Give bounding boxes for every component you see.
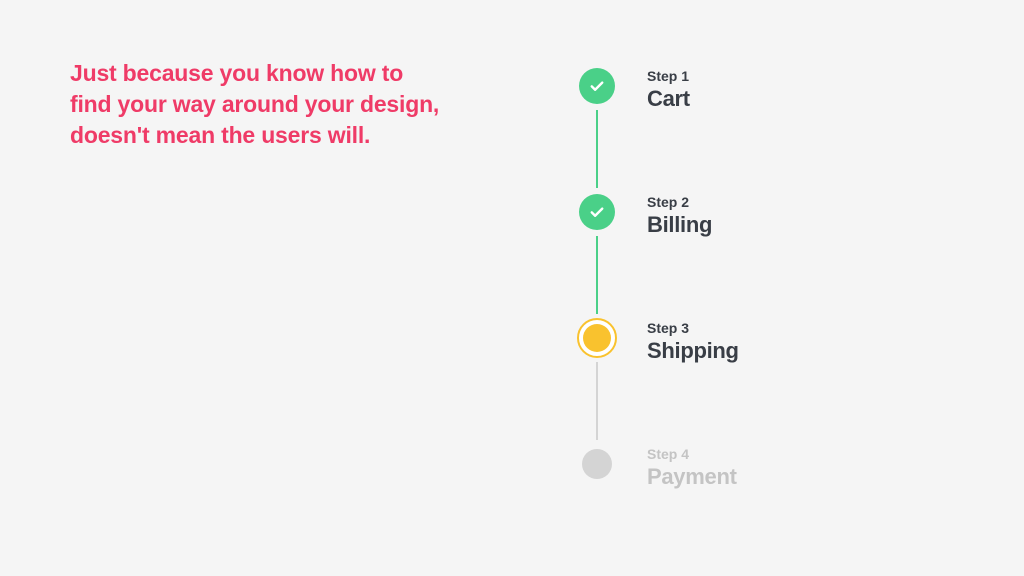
step-title: Shipping	[647, 338, 739, 364]
step-payment[interactable]: Step 4 Payment	[575, 446, 739, 490]
progress-stepper: Step 1 Cart Step 2 Billing Step 3 Shippi…	[575, 68, 739, 490]
step-indicator	[575, 446, 619, 479]
step-label: Step 2	[647, 194, 712, 210]
step-text: Step 4 Payment	[647, 446, 737, 490]
step-connector	[596, 362, 598, 440]
checkmark-icon	[579, 194, 615, 230]
step-text: Step 2 Billing	[647, 194, 712, 238]
step-shipping[interactable]: Step 3 Shipping	[575, 320, 739, 446]
step-connector	[596, 236, 598, 314]
current-step-icon	[577, 318, 617, 358]
step-connector	[596, 110, 598, 188]
step-indicator	[575, 320, 619, 446]
step-cart[interactable]: Step 1 Cart	[575, 68, 739, 194]
step-title: Billing	[647, 212, 712, 238]
step-label: Step 4	[647, 446, 737, 462]
step-billing[interactable]: Step 2 Billing	[575, 194, 739, 320]
checkmark-icon	[579, 68, 615, 104]
step-indicator	[575, 68, 619, 194]
step-indicator	[575, 194, 619, 320]
step-title: Cart	[647, 86, 690, 112]
step-text: Step 3 Shipping	[647, 320, 739, 364]
step-label: Step 1	[647, 68, 690, 84]
step-title: Payment	[647, 464, 737, 490]
upcoming-step-icon	[582, 449, 612, 479]
step-text: Step 1 Cart	[647, 68, 690, 112]
step-label: Step 3	[647, 320, 739, 336]
quote-text: Just because you know how to find your w…	[70, 58, 450, 151]
